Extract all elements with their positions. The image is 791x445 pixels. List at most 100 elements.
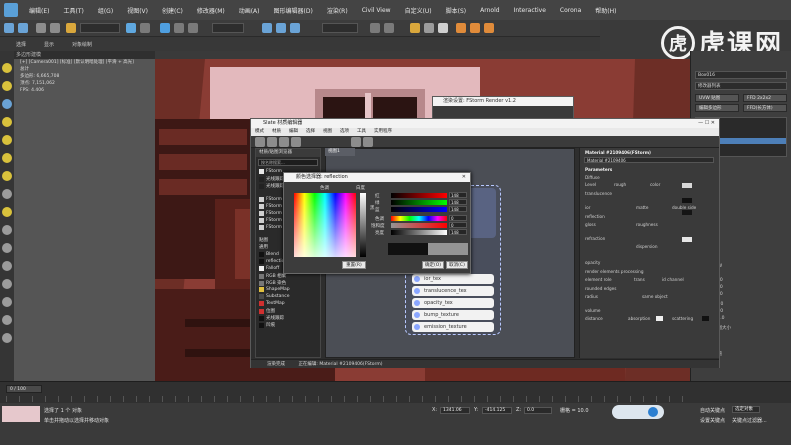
align-icon[interactable] <box>384 23 394 33</box>
tool-light-icon[interactable] <box>2 81 12 91</box>
cancel-button[interactable]: 取消(C) <box>446 261 468 269</box>
list-item[interactable]: ShapeMap <box>259 287 290 292</box>
menu-animation[interactable]: 动画(A) <box>232 6 267 15</box>
delete-selected-icon[interactable] <box>279 137 289 147</box>
select-by-name-icon[interactable] <box>140 23 150 33</box>
menu-group[interactable]: 组(G) <box>91 6 120 15</box>
tool-camera-icon[interactable] <box>2 99 12 109</box>
menu-tools[interactable]: 工具(T) <box>56 6 90 15</box>
ok-button[interactable]: 确定(O) <box>422 261 444 269</box>
node-slot-bump[interactable]: bump_texture <box>412 310 494 320</box>
slate-menu-view[interactable]: 视图 <box>323 128 332 136</box>
list-item[interactable]: Substance <box>259 294 290 299</box>
modifier-button-uvw[interactable]: UVW 贴图 <box>695 94 739 102</box>
list-item[interactable]: 位图 <box>259 308 275 314</box>
menu-graph-editors[interactable]: 图形编辑器(D) <box>267 6 320 15</box>
redo-icon[interactable] <box>18 23 28 33</box>
select-scale-icon[interactable] <box>188 23 198 33</box>
red-slider[interactable] <box>391 193 447 198</box>
color-swatch[interactable] <box>682 183 692 188</box>
mirror-icon[interactable] <box>370 23 380 33</box>
set-key-button[interactable]: 设置关键点 <box>700 417 725 424</box>
tool-filter-icon[interactable] <box>2 225 12 235</box>
modifier-list-dropdown[interactable]: 修改器列表 <box>695 82 787 90</box>
list-item[interactable]: Blend <box>259 252 279 257</box>
slate-menu-tools[interactable]: 工具 <box>357 128 366 136</box>
render-production-icon[interactable] <box>484 23 494 33</box>
named-selection-dropdown[interactable] <box>322 23 358 33</box>
ribbon-tab-object-paint[interactable]: 对象绘制 <box>72 41 92 48</box>
menu-create[interactable]: 创建(C) <box>155 6 190 15</box>
tool-find-icon[interactable] <box>2 333 12 343</box>
blue-slider[interactable] <box>391 207 447 212</box>
x-coordinate-field[interactable]: 1341.06 <box>440 407 470 414</box>
tool-helper-icon[interactable] <box>2 117 12 127</box>
red-value[interactable]: 148 <box>449 192 467 198</box>
browser-group-maps[interactable]: 贴图 <box>259 237 268 243</box>
list-item[interactable]: 凹痕 <box>259 322 275 328</box>
list-item[interactable]: Falloff <box>259 266 279 271</box>
hue-value[interactable]: 0 <box>449 215 467 221</box>
green-slider[interactable] <box>391 200 447 205</box>
diffuse-color-swatch[interactable] <box>682 210 692 215</box>
z-coordinate-field[interactable]: 0.0 <box>524 407 552 414</box>
modifier-button-editpoly[interactable]: 编辑多边形 <box>695 104 739 112</box>
percent-snap-icon[interactable] <box>290 23 300 33</box>
slate-menu-edit[interactable]: 编辑 <box>289 128 298 136</box>
tool-bulb-icon[interactable] <box>2 171 12 181</box>
close-icon[interactable]: ✕ <box>462 174 466 180</box>
color-swatch[interactable] <box>682 237 692 242</box>
link-icon[interactable] <box>36 23 46 33</box>
material-name-field[interactable]: Material #2109406 <box>584 157 714 163</box>
slate-menu-options[interactable]: 选项 <box>340 128 349 136</box>
key-mode-dropdown[interactable]: 选定对象 <box>732 406 760 413</box>
reference-coordinate-dropdown[interactable] <box>212 23 244 33</box>
menu-customize[interactable]: 自定义(U) <box>398 6 439 15</box>
time-slider[interactable]: 0 / 100 <box>6 385 42 393</box>
render-setup-icon[interactable] <box>456 23 466 33</box>
node-slot-opacity[interactable]: opacity_tex <box>412 298 494 308</box>
selection-filter-dropdown[interactable] <box>80 23 120 33</box>
menu-corona[interactable]: Corona <box>553 7 588 14</box>
node-slot-translucence[interactable]: translucence_tex <box>412 286 494 296</box>
key-filters-button[interactable]: 关键点过滤器... <box>732 417 767 424</box>
list-item[interactable]: 光线跟踪 <box>259 315 284 321</box>
reset-button[interactable]: 重置(R) <box>342 261 366 269</box>
menu-edit[interactable]: 编辑(E) <box>22 6 56 15</box>
whiteness-slider[interactable] <box>360 193 366 257</box>
modifier-button-ffdbox[interactable]: FFD(长方体) <box>743 104 787 112</box>
saturation-value[interactable]: 0 <box>449 222 467 228</box>
schematic-view-icon[interactable] <box>424 23 434 33</box>
params-section[interactable]: Parameters <box>585 167 612 172</box>
y-coordinate-field[interactable]: -414.125 <box>482 407 512 414</box>
brightness-value[interactable]: 148 <box>449 229 467 235</box>
menu-civil-view[interactable]: Civil View <box>355 7 398 14</box>
tool-space-warp-icon[interactable] <box>2 135 12 145</box>
material-editor-icon[interactable] <box>438 23 448 33</box>
select-object-icon[interactable] <box>126 23 136 33</box>
menu-rendering[interactable]: 渲染(R) <box>320 6 355 15</box>
tab-view1[interactable]: 视图1 <box>325 148 355 156</box>
saturation-slider[interactable] <box>391 223 447 228</box>
color-swatch[interactable] <box>702 316 709 321</box>
node-slot-ior[interactable]: ior_tex <box>412 274 494 284</box>
tool-freeze-icon[interactable] <box>2 279 12 289</box>
play-icon[interactable] <box>648 407 658 417</box>
tool-scene-icon[interactable] <box>2 189 12 199</box>
menu-interactive[interactable]: Interactive <box>507 7 553 14</box>
render-settings-dialog[interactable]: 渲染设置: FStorm Render v1.2 <box>432 96 574 120</box>
tool-sun-icon[interactable] <box>2 63 12 73</box>
menu-help[interactable]: 帮助(H) <box>588 6 623 15</box>
slate-menu-utilities[interactable]: 实用程序 <box>374 128 392 136</box>
tool-hierarchy-icon[interactable] <box>2 261 12 271</box>
maxscript-listener[interactable] <box>2 406 40 422</box>
list-item[interactable]: FStorm <box>259 169 282 174</box>
menu-scripting[interactable]: 脚本(S) <box>439 6 474 15</box>
list-item[interactable]: RGB 染色 <box>259 280 286 286</box>
green-value[interactable]: 148 <box>449 199 467 205</box>
hue-slider[interactable] <box>391 216 447 221</box>
color-swatch[interactable] <box>656 316 663 321</box>
list-item[interactable]: FStorm <box>259 218 282 223</box>
list-item[interactable]: TextMap <box>259 301 285 306</box>
browser-group-general[interactable]: 通用 <box>259 244 268 250</box>
